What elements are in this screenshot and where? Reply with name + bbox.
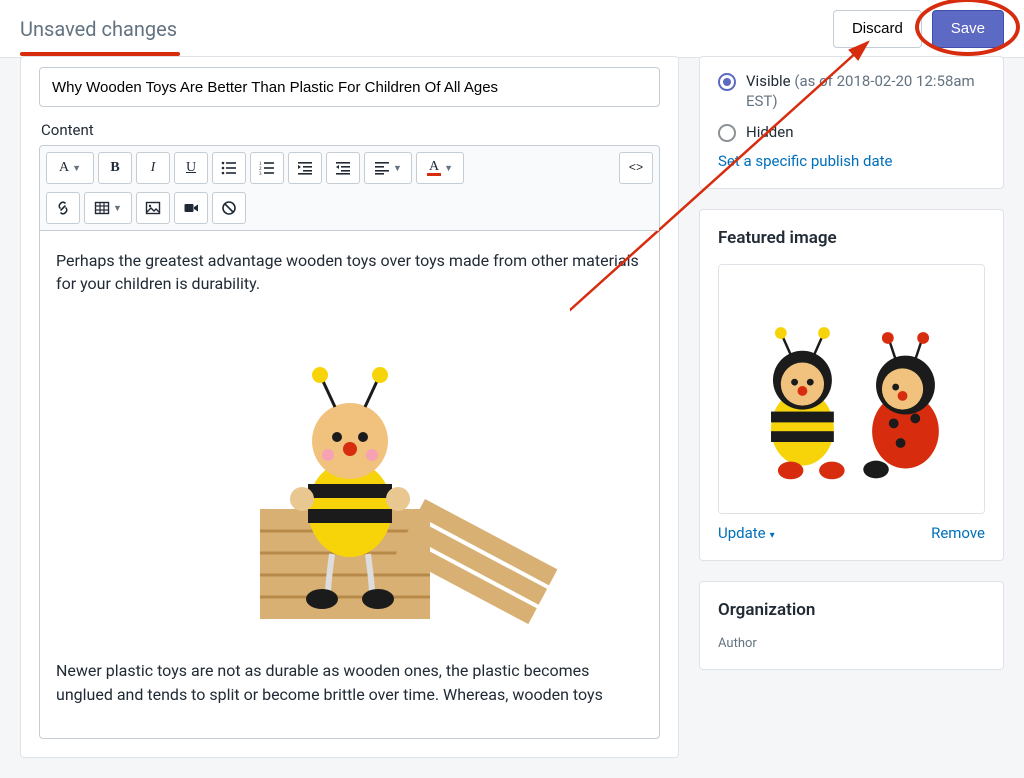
side-column: Visible (as of 2018-02-20 12:58am EST) H… (699, 56, 1004, 778)
image-button[interactable] (136, 192, 170, 224)
annotation-underline (20, 52, 180, 56)
visibility-visible-option[interactable]: Visible (as of 2018-02-20 12:58am EST) (718, 71, 985, 112)
paragraph-2: Newer plastic toys are not as durable as… (56, 659, 643, 705)
save-button[interactable]: Save (932, 10, 1004, 48)
visible-label: Visible (746, 72, 791, 90)
text-color-dropdown[interactable]: A▼ (416, 152, 464, 184)
italic-button[interactable]: I (136, 152, 170, 184)
chevron-down-icon: ▾ (770, 530, 775, 541)
radio-unselected-icon (718, 124, 736, 142)
rte-toolbar: A▼ B I U 123 ▼ A▼ <> ▼ (40, 146, 659, 231)
chevron-down-icon: ▼ (113, 203, 122, 213)
link-button[interactable] (46, 192, 80, 224)
align-dropdown[interactable]: ▼ (364, 152, 412, 184)
featured-image-thumbnail[interactable] (718, 264, 985, 514)
numbered-list-button[interactable]: 123 (250, 152, 284, 184)
rich-text-editor: A▼ B I U 123 ▼ A▼ <> ▼ (39, 145, 660, 739)
chevron-down-icon: ▼ (393, 163, 402, 173)
clear-format-button[interactable] (212, 192, 246, 224)
hidden-label: Hidden (746, 122, 794, 142)
chevron-down-icon: ▼ (444, 163, 453, 173)
radio-selected-icon (718, 73, 736, 91)
featured-image-title: Featured image (718, 228, 985, 248)
top-bar: Unsaved changes Discard Save (0, 0, 1024, 58)
bold-button[interactable]: B (98, 152, 132, 184)
editor-image-bee[interactable] (130, 309, 570, 659)
paragraph-1: Perhaps the greatest advantage wooden to… (56, 249, 643, 295)
rte-content[interactable]: Perhaps the greatest advantage wooden to… (40, 231, 659, 738)
main-column: Content A▼ B I U 123 ▼ A▼ <> (20, 56, 679, 778)
bullet-list-button[interactable] (212, 152, 246, 184)
chevron-down-icon: ▼ (72, 163, 81, 173)
svg-text:3: 3 (259, 172, 262, 176)
html-view-button[interactable]: <> (619, 152, 653, 184)
table-dropdown[interactable]: ▼ (84, 192, 132, 224)
featured-image-card: Featured image (699, 209, 1004, 561)
outdent-button[interactable] (288, 152, 322, 184)
featured-update-link[interactable]: Update▾ (718, 524, 775, 542)
visibility-hidden-option[interactable]: Hidden (718, 122, 985, 142)
underline-button[interactable]: U (174, 152, 208, 184)
indent-button[interactable] (326, 152, 360, 184)
content-label: Content (41, 121, 660, 139)
discard-button[interactable]: Discard (833, 10, 922, 48)
author-label: Author (718, 636, 985, 651)
publish-date-link[interactable]: Set a specific publish date (718, 152, 985, 170)
unsaved-status: Unsaved changes (20, 17, 177, 41)
organization-title: Organization (718, 600, 985, 620)
font-family-dropdown[interactable]: A▼ (46, 152, 94, 184)
visibility-card: Visible (as of 2018-02-20 12:58am EST) H… (699, 56, 1004, 189)
top-actions: Discard Save (833, 10, 1004, 48)
organization-card: Organization Author (699, 581, 1004, 670)
featured-remove-link[interactable]: Remove (931, 524, 985, 542)
video-button[interactable] (174, 192, 208, 224)
post-title-input[interactable] (39, 67, 660, 107)
